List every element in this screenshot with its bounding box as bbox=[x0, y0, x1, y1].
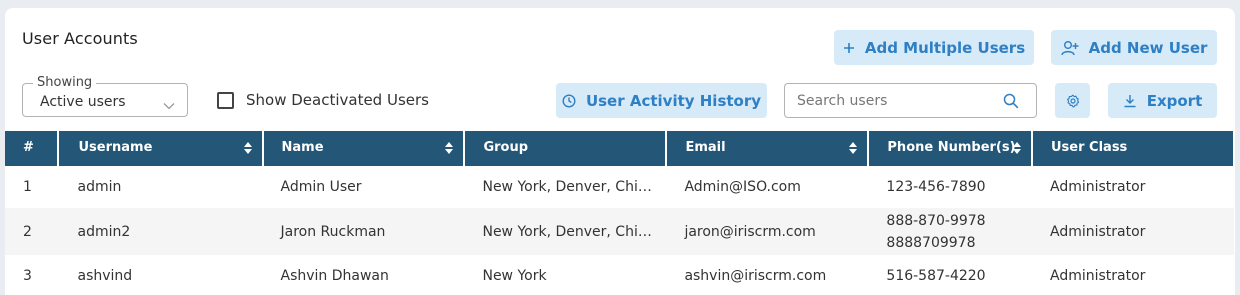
column-header-name[interactable]: Name bbox=[262, 131, 466, 166]
show-deactivated-checkbox[interactable] bbox=[217, 91, 234, 109]
cell-phone: 516-587-4220 bbox=[868, 255, 1032, 295]
plus-icon bbox=[843, 42, 855, 54]
cell-phone: 123-456-7890 bbox=[868, 166, 1032, 208]
column-header-username[interactable]: Username bbox=[57, 131, 264, 166]
column-header-phone[interactable]: Phone Number(s) bbox=[868, 131, 1033, 166]
show-deactivated-toggle[interactable]: Show Deactivated Users bbox=[217, 91, 429, 109]
cell-group: New York, Denver, Chi… bbox=[482, 179, 652, 195]
show-deactivated-label: Show Deactivated Users bbox=[246, 91, 429, 109]
table-row[interactable]: 3 ashvind Ashvin Dhawan New York ashvin@… bbox=[5, 255, 1234, 295]
users-table: # Username Name Group Email Phone Number… bbox=[5, 131, 1235, 295]
sort-icon[interactable] bbox=[243, 142, 252, 158]
showing-value: Active users bbox=[40, 94, 126, 110]
cell-username: admin2 bbox=[77, 223, 131, 240]
chevron-down-icon bbox=[163, 95, 175, 114]
column-header-label: Phone Number(s) bbox=[887, 140, 1016, 155]
column-header-email[interactable]: Email bbox=[666, 131, 870, 166]
table-header-row: # Username Name Group Email Phone Number… bbox=[5, 131, 1235, 166]
phone-number: 123-456-7890 bbox=[886, 179, 986, 195]
search-icon[interactable] bbox=[1003, 93, 1019, 113]
column-header-number: # bbox=[5, 131, 59, 166]
cell-user-class: Administrator bbox=[1050, 268, 1146, 284]
column-header-label: Username bbox=[78, 140, 153, 155]
cell-username: ashvind bbox=[77, 268, 133, 284]
column-header-label: Email bbox=[685, 140, 726, 155]
clock-icon bbox=[562, 93, 576, 108]
column-header-label: Group bbox=[483, 140, 529, 155]
phone-number: 888-870-9978 bbox=[886, 212, 986, 229]
page-title: User Accounts bbox=[22, 29, 138, 48]
cell-phone: 888-870-9978 8888709978 bbox=[868, 208, 1032, 255]
cell-user-class: Administrator bbox=[1050, 223, 1146, 240]
cell-name: Admin User bbox=[280, 179, 362, 195]
cell-email: jaron@iriscrm.com bbox=[684, 223, 816, 240]
export-button[interactable]: Export bbox=[1108, 83, 1217, 118]
showing-legend: Showing bbox=[33, 75, 97, 91]
cell-number: 2 bbox=[23, 223, 32, 240]
export-label: Export bbox=[1146, 91, 1203, 110]
phone-number: 516-587-4220 bbox=[886, 268, 986, 284]
user-accounts-panel: User Accounts Add Multiple Users Add New… bbox=[5, 8, 1235, 295]
user-activity-history-button[interactable]: User Activity History bbox=[556, 83, 767, 118]
table-row[interactable]: 2 admin2 Jaron Ruckman New York, Denver,… bbox=[5, 208, 1234, 255]
search-input[interactable] bbox=[797, 92, 997, 110]
column-header-label: User Class bbox=[1051, 140, 1128, 155]
sort-icon[interactable] bbox=[849, 142, 858, 158]
cell-name: Jaron Ruckman bbox=[280, 223, 386, 240]
cell-user-class: Administrator bbox=[1050, 179, 1146, 195]
add-multiple-users-label: Add Multiple Users bbox=[864, 38, 1026, 57]
download-icon bbox=[1123, 94, 1137, 108]
phone-number: 8888709978 bbox=[886, 234, 976, 251]
add-new-user-button[interactable]: Add New User bbox=[1051, 30, 1217, 65]
table-row[interactable]: 1 admin Admin User New York, Denver, Chi… bbox=[5, 166, 1234, 208]
user-activity-history-label: User Activity History bbox=[585, 91, 762, 110]
cell-group: New York bbox=[482, 268, 547, 284]
add-new-user-label: Add New User bbox=[1088, 38, 1208, 57]
sort-icon[interactable] bbox=[1013, 142, 1021, 158]
cell-username: admin bbox=[77, 179, 122, 195]
add-user-icon bbox=[1060, 40, 1079, 56]
settings-button[interactable] bbox=[1055, 83, 1090, 118]
sort-icon[interactable] bbox=[445, 142, 454, 158]
add-multiple-users-button[interactable]: Add Multiple Users bbox=[834, 30, 1034, 65]
column-header-label: Name bbox=[281, 140, 324, 155]
column-header-group: Group bbox=[464, 131, 668, 166]
search-box bbox=[784, 83, 1037, 118]
gear-icon bbox=[1066, 94, 1080, 108]
cell-number: 3 bbox=[23, 268, 32, 284]
cell-email: ashvin@iriscrm.com bbox=[684, 268, 827, 284]
cell-group: New York, Denver, Chi… bbox=[482, 223, 652, 240]
cell-email: Admin@ISO.com bbox=[684, 179, 801, 195]
showing-select[interactable]: Showing Active users bbox=[22, 75, 188, 117]
cell-number: 1 bbox=[23, 179, 32, 195]
column-header-label: # bbox=[23, 140, 34, 155]
column-header-user-class: User Class bbox=[1032, 131, 1235, 166]
cell-name: Ashvin Dhawan bbox=[280, 268, 389, 284]
